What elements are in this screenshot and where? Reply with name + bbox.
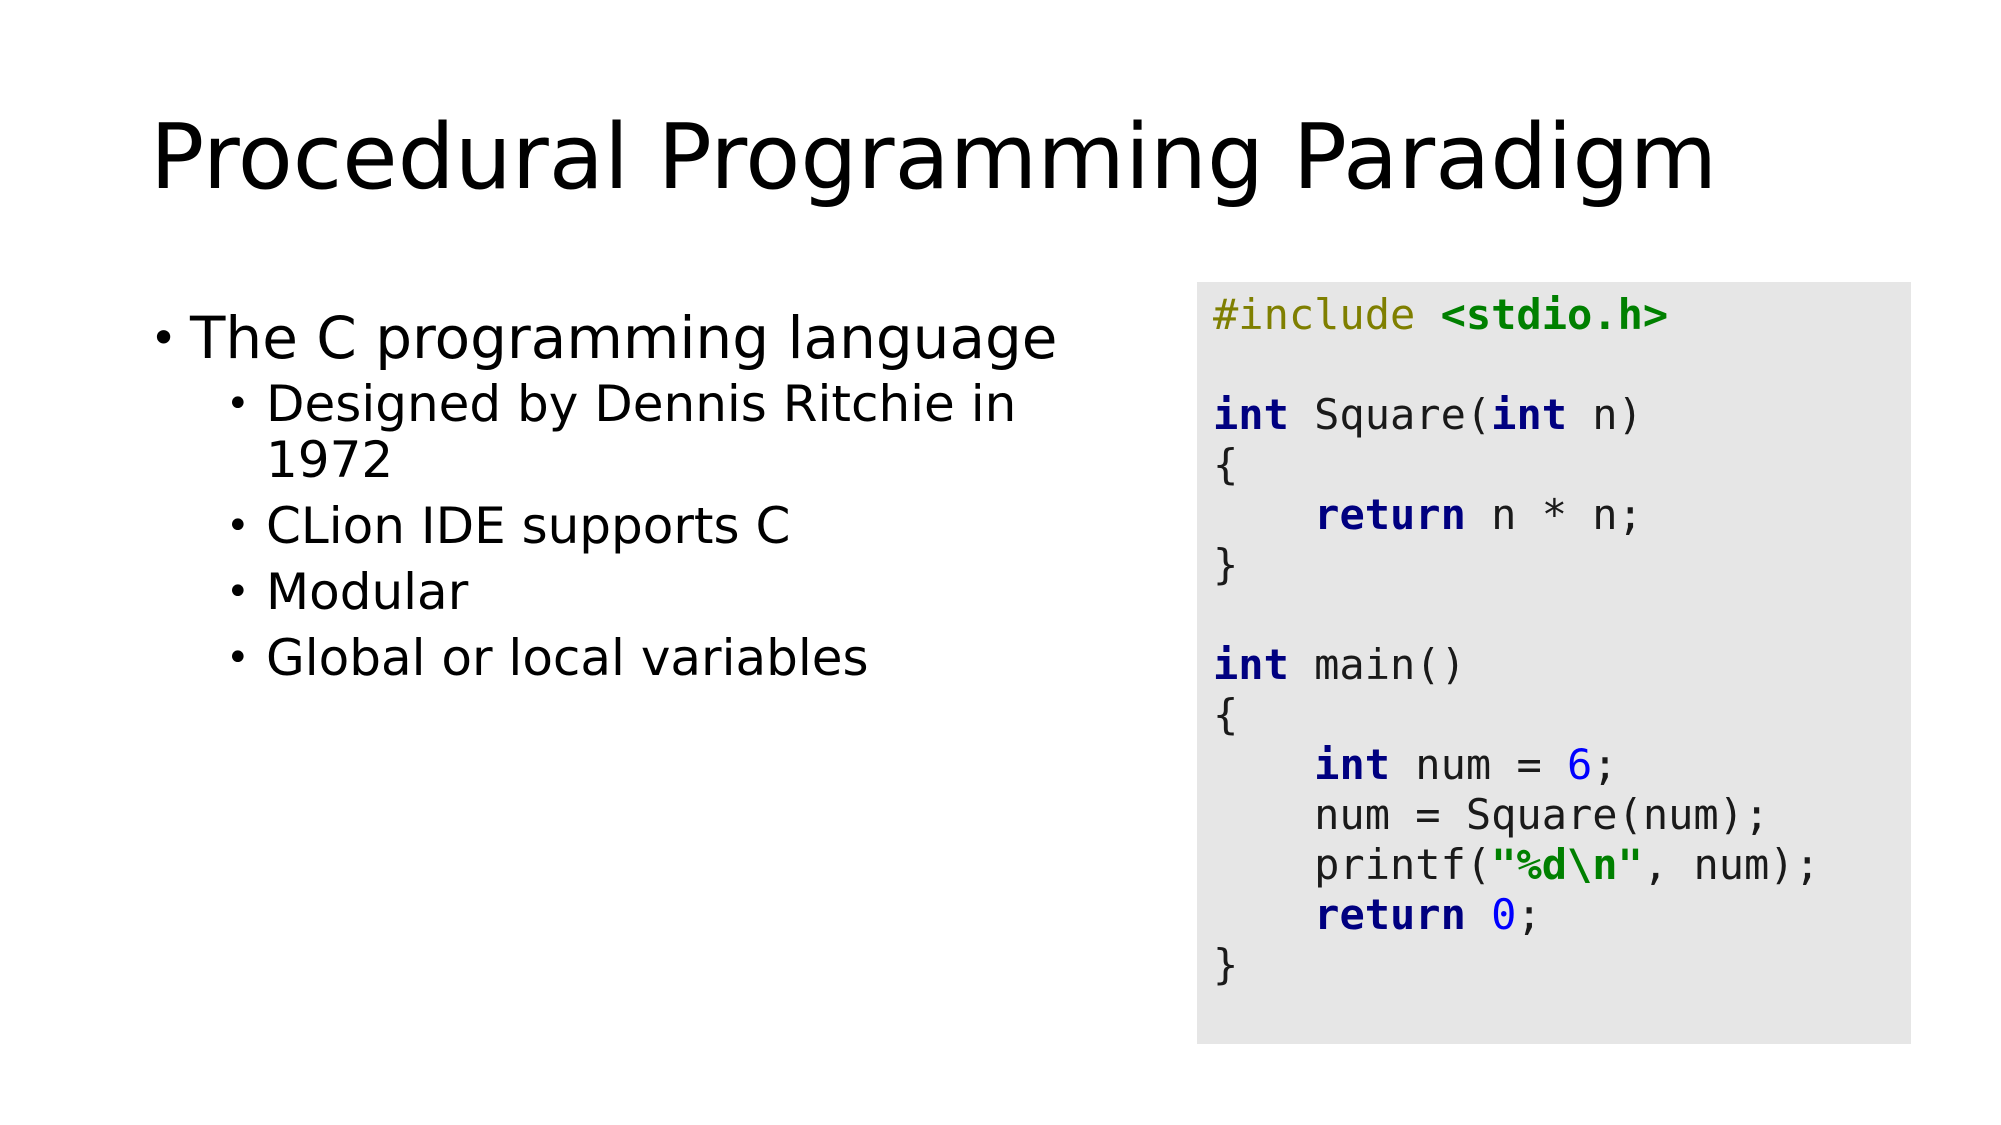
bullet-marker: • — [150, 311, 178, 365]
code-line: { — [1213, 690, 1239, 739]
keyword-token: int — [1213, 390, 1289, 439]
code-line: return 0; — [1213, 890, 1911, 940]
code-text: num = — [1390, 740, 1568, 789]
sub-bullet-list: • Designed by Dennis Ritchie in 1972 • C… — [150, 376, 1100, 686]
sub-bullet-text: Designed by Dennis Ritchie in 1972 — [266, 375, 1017, 489]
keyword-token: int — [1314, 740, 1391, 789]
code-text: , num); — [1642, 840, 1820, 889]
bullet-item-c-language: • The C programming language — [150, 300, 1100, 376]
sub-bullet-item: • CLion IDE supports C — [226, 498, 1100, 554]
code-line: { — [1213, 440, 1239, 489]
code-line: int main() — [1213, 640, 1911, 690]
code-text: main() — [1288, 640, 1466, 689]
code-line: num = Square(num); — [1213, 790, 1770, 839]
code-text: printf( — [1213, 840, 1492, 889]
code-line: printf("%d\n", num); — [1213, 840, 1911, 890]
code-line: } — [1213, 940, 1239, 989]
slide-title: Procedural Programming Paradigm — [150, 105, 1718, 210]
sub-bullet-marker: • — [226, 503, 250, 549]
sub-bullet-marker: • — [226, 381, 250, 427]
keyword-token: return — [1314, 490, 1466, 539]
include-path-token: <stdio.h> — [1440, 290, 1669, 339]
string-token: "%d\n" — [1491, 840, 1643, 889]
keyword-token: int — [1491, 390, 1568, 439]
code-line: int num = 6; — [1213, 740, 1911, 790]
number-token: 0 — [1491, 890, 1517, 939]
sub-bullet-item: • Global or local variables — [226, 630, 1100, 686]
sub-bullet-marker: • — [226, 569, 250, 615]
code-line: return n * n; — [1213, 490, 1911, 540]
code-text: ; — [1516, 890, 1542, 939]
sub-bullet-marker: • — [226, 635, 250, 681]
code-text: ; — [1592, 740, 1618, 789]
code-block: #include <stdio.h> int Square(int n){ ret… — [1197, 282, 1911, 1044]
keyword-token: return — [1314, 890, 1466, 939]
bullet-text: The C programming language — [190, 304, 1058, 372]
bullet-list: • The C programming language • Designed … — [150, 300, 1100, 696]
number-token: 6 — [1567, 740, 1593, 789]
sub-bullet-text: CLion IDE supports C — [266, 497, 791, 555]
preprocessor-token: #include — [1213, 290, 1441, 339]
code-text: n * n; — [1465, 490, 1643, 539]
keyword-token: int — [1213, 640, 1289, 689]
code-line: #include <stdio.h> — [1213, 290, 1911, 340]
sub-bullet-text: Modular — [266, 563, 469, 621]
code-text: n) — [1567, 390, 1643, 439]
code-line: int Square(int n) — [1213, 390, 1911, 440]
code-text: Square( — [1288, 390, 1492, 439]
sub-bullet-item: • Modular — [226, 564, 1100, 620]
sub-bullet-text: Global or local variables — [266, 629, 869, 687]
code-listing: #include <stdio.h> int Square(int n){ ret… — [1213, 290, 1911, 990]
code-line: } — [1213, 540, 1239, 589]
sub-bullet-item: • Designed by Dennis Ritchie in 1972 — [226, 376, 1100, 488]
